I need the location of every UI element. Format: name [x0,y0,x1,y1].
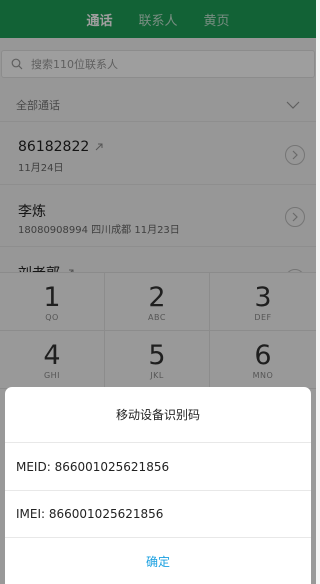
confirm-button[interactable]: 确定 [5,538,311,584]
device-id-dialog: 移动设备识别码 MEID: 866001025621856 IMEI: 8660… [5,387,311,584]
imei-value: IMEI: 866001025621856 [5,491,311,538]
meid-value: MEID: 866001025621856 [5,444,311,491]
dialog-title: 移动设备识别码 [5,387,311,443]
